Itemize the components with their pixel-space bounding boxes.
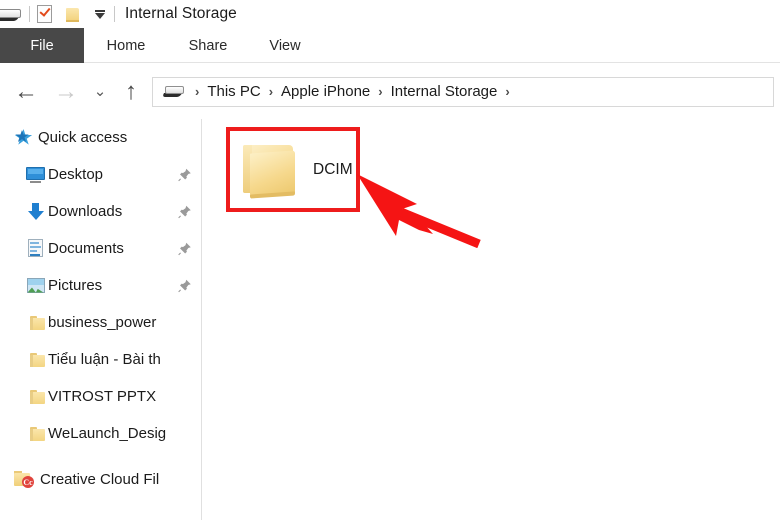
recent-locations-icon[interactable]: ⌄: [86, 72, 114, 112]
quick-access-toolbar: [0, 0, 122, 28]
breadcrumb-separator: ›: [378, 84, 383, 99]
sidebar-item-label: VITROST PPTX: [48, 388, 157, 405]
sidebar-item-label: Tiểu luận - Bài th: [48, 351, 161, 368]
title-bar: Internal Storage: [0, 0, 780, 28]
folder-icon: [28, 424, 47, 443]
sidebar-item-documents[interactable]: Documents: [0, 230, 201, 267]
sidebar-item-label: Creative Cloud Fil: [40, 471, 160, 488]
sidebar-item-quick-access[interactable]: Quick access: [0, 119, 201, 156]
folder-icon: [28, 350, 47, 369]
pin-icon[interactable]: [178, 242, 191, 255]
up-button[interactable]: ↑: [114, 72, 148, 112]
device-icon[interactable]: [0, 7, 22, 22]
window-title: Internal Storage: [125, 5, 237, 22]
picture-icon: [26, 276, 45, 295]
folder-icon: [28, 387, 47, 406]
back-button[interactable]: ←: [6, 72, 46, 112]
sidebar-item-label: Quick access: [38, 129, 128, 146]
star-icon: [14, 128, 33, 147]
folder-icon: [28, 313, 47, 332]
sidebar-item-desktop[interactable]: Desktop: [0, 156, 201, 193]
new-folder-icon[interactable]: [66, 7, 80, 22]
breadcrumb-apple-iphone[interactable]: Apple iPhone: [281, 83, 370, 100]
sidebar-item-downloads[interactable]: Downloads: [0, 193, 201, 230]
sidebar-item-creative-cloud-files[interactable]: Cc Creative Cloud Fil: [0, 461, 201, 498]
file-list-pane[interactable]: DCIM: [203, 119, 780, 520]
pin-icon[interactable]: [178, 168, 191, 181]
breadcrumb-internal-storage[interactable]: Internal Storage: [391, 83, 498, 100]
sidebar-item-label: WeLaunch_Desig: [48, 425, 167, 442]
file-item-label: DCIM: [313, 161, 353, 178]
tab-view[interactable]: View: [248, 28, 322, 63]
breadcrumb-separator: ›: [505, 84, 510, 99]
folder-icon: [237, 141, 299, 199]
document-icon: [26, 239, 45, 258]
tab-file[interactable]: File: [0, 28, 84, 63]
file-explorer-window: Internal Storage File Home Share View ← …: [0, 0, 780, 520]
file-item-dcim[interactable]: DCIM: [229, 129, 365, 211]
sidebar-item-label: Desktop: [48, 166, 104, 183]
tab-home[interactable]: Home: [84, 28, 168, 63]
ribbon-tab-bar: File Home Share View: [0, 28, 780, 63]
navigation-pane: Quick access Desktop Downloads Documents…: [0, 119, 202, 520]
tab-share[interactable]: Share: [168, 28, 248, 63]
breadcrumb-separator: ›: [195, 84, 200, 99]
navigation-bar: ← → ⌄ ↑ › This PC › Apple iPhone › Inter…: [0, 64, 780, 119]
properties-icon[interactable]: [37, 4, 54, 24]
sidebar-item-label: business_power: [48, 314, 157, 331]
sidebar-item-welaunch-design[interactable]: WeLaunch_Desig: [0, 415, 201, 452]
sidebar-item-tieu-luan[interactable]: Tiểu luận - Bài th: [0, 341, 201, 378]
sidebar-item-vitrost-pptx[interactable]: VITROST PPTX: [0, 378, 201, 415]
forward-button[interactable]: →: [46, 72, 86, 112]
sidebar-item-label: Downloads: [48, 203, 123, 220]
breadcrumb-separator: ›: [268, 84, 274, 99]
address-device-icon: [161, 85, 185, 98]
monitor-icon: [26, 165, 45, 184]
sidebar-item-pictures[interactable]: Pictures: [0, 267, 201, 304]
breadcrumb-this-pc[interactable]: This PC: [207, 83, 260, 100]
creative-cloud-folder-icon: Cc: [14, 471, 34, 488]
customize-dropdown-icon[interactable]: [93, 9, 107, 19]
pin-icon[interactable]: [178, 205, 191, 218]
toolbar-separator-1: [29, 6, 30, 22]
download-arrow-icon: [26, 202, 45, 221]
address-bar[interactable]: › This PC › Apple iPhone › Internal Stor…: [152, 76, 774, 107]
pin-icon[interactable]: [178, 279, 191, 292]
sidebar-item-business-power[interactable]: business_power: [0, 304, 201, 341]
sidebar-item-label: Pictures: [48, 277, 103, 294]
toolbar-separator-2: [114, 6, 115, 22]
sidebar-item-label: Documents: [48, 240, 124, 257]
